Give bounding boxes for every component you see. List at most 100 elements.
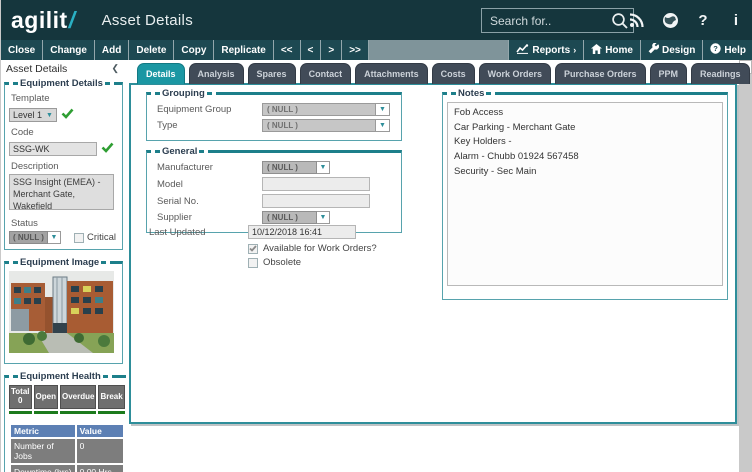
chevron-down-icon: ▼	[48, 231, 61, 244]
toolbar: Close Change Add Delete Copy Replicate <…	[1, 40, 752, 60]
svg-text:?: ?	[714, 44, 719, 53]
available-for-work-orders-checkbox[interactable]	[248, 244, 258, 254]
page-scrollbar[interactable]	[739, 60, 752, 472]
tab-attachments[interactable]: Attachments	[355, 63, 428, 84]
tab-ppm[interactable]: PPM	[650, 63, 688, 84]
reports-button[interactable]: Reports ›	[508, 40, 583, 60]
valid-check-icon	[101, 140, 114, 158]
equipment-group-label: Equipment Group	[157, 104, 262, 115]
help-label: Help	[724, 45, 746, 56]
grouping-panel: Grouping Equipment Group ( NULL ) ▼ Type…	[146, 88, 402, 141]
health-bar	[98, 411, 124, 414]
health-overdue-button[interactable]: Overdue	[60, 385, 96, 409]
home-button[interactable]: Home	[583, 40, 640, 60]
reports-label: Reports	[532, 45, 570, 56]
critical-label: Critical	[87, 232, 116, 243]
tab-work-orders[interactable]: Work Orders	[479, 63, 551, 84]
sidebar-header: Asset Details ❮	[1, 60, 126, 77]
notes-panel: Notes Fob Access Car Parking - Merchant …	[442, 88, 728, 300]
help-circle-icon: ?	[710, 43, 721, 57]
tab-readings[interactable]: Readings	[691, 63, 750, 84]
agility-logo: agilit/	[11, 7, 76, 34]
previous-record-button[interactable]: <	[301, 40, 322, 60]
tab-costs[interactable]: Costs	[432, 63, 475, 84]
tab-contact[interactable]: Contact	[300, 63, 352, 84]
code-input[interactable]	[9, 142, 97, 156]
info-icon[interactable]: i	[727, 12, 745, 29]
notes-textarea[interactable]: Fob Access Car Parking - Merchant Gate K…	[447, 102, 723, 286]
supplier-label: Supplier	[157, 212, 262, 223]
type-select[interactable]: ( NULL ) ▼	[262, 119, 390, 132]
template-select[interactable]: Level 1 ▼	[9, 108, 57, 122]
health-bar	[34, 411, 58, 414]
search-input[interactable]	[482, 14, 607, 28]
manufacturer-select[interactable]: ( NULL ) ▼	[262, 161, 330, 174]
serial-no-label: Serial No.	[157, 196, 262, 207]
equipment-image-legend: Equipment Image	[9, 257, 110, 268]
first-record-button[interactable]: <<	[274, 40, 301, 60]
obsolete-label: Obsolete	[263, 257, 301, 268]
delete-button[interactable]: Delete	[129, 40, 174, 60]
design-button[interactable]: Design	[640, 40, 702, 60]
logo-slash: /	[69, 7, 76, 34]
metric-cell: Number of Jobs	[11, 439, 75, 463]
health-breakdown-button[interactable]: Break	[98, 385, 124, 409]
table-row: Number of Jobs 0	[11, 439, 123, 463]
last-updated-input[interactable]	[248, 225, 356, 239]
add-button[interactable]: Add	[95, 40, 129, 60]
home-label: Home	[605, 45, 633, 56]
equipment-details-legend: Equipment Details	[9, 78, 114, 89]
chevron-down-icon: ▼	[376, 119, 390, 132]
serial-no-input[interactable]	[262, 194, 370, 208]
chevron-down-icon: ▼	[317, 161, 330, 174]
model-input[interactable]	[262, 177, 370, 191]
help-button[interactable]: ? Help	[702, 40, 752, 60]
sidebar: Asset Details ❮ Equipment Details Templa…	[1, 60, 126, 472]
chevron-down-icon: ▼	[317, 211, 330, 224]
available-for-work-orders-label: Available for Work Orders?	[263, 243, 377, 254]
logo-text: agilit	[11, 7, 68, 34]
supplier-select[interactable]: ( NULL ) ▼	[262, 211, 330, 224]
health-open-button[interactable]: Open	[34, 385, 58, 409]
value-cell: 0	[77, 439, 123, 463]
change-button[interactable]: Change	[43, 40, 95, 60]
template-value: Level 1	[13, 110, 42, 120]
valid-check-icon	[61, 106, 74, 124]
app-header: agilit/ Asset Details ? i	[1, 0, 752, 40]
status-value: ( NULL )	[9, 231, 48, 244]
next-record-button[interactable]: >	[321, 40, 342, 60]
tab-analysis[interactable]: Analysis	[189, 63, 244, 84]
page-title: Asset Details	[102, 12, 193, 29]
search-box[interactable]	[481, 8, 634, 33]
equipment-health-legend: Equipment Health	[9, 371, 112, 382]
copy-button[interactable]: Copy	[174, 40, 214, 60]
replicate-button[interactable]: Replicate	[214, 40, 273, 60]
tab-spares[interactable]: Spares	[248, 63, 296, 84]
globe-icon[interactable]	[661, 12, 679, 29]
health-total-button[interactable]: Total 0	[9, 385, 32, 409]
tab-details[interactable]: Details	[137, 63, 185, 84]
equipment-group-select[interactable]: ( NULL ) ▼	[262, 103, 390, 116]
close-button[interactable]: Close	[1, 40, 43, 60]
rss-icon[interactable]	[628, 12, 646, 28]
status-select[interactable]: ( NULL ) ▼	[9, 231, 61, 244]
help-icon[interactable]: ?	[694, 12, 712, 29]
description-textarea[interactable]: SSG Insight (EMEA) - Merchant Gate, Wake…	[9, 174, 114, 210]
reports-expand-icon: ›	[573, 45, 576, 55]
critical-checkbox[interactable]	[74, 233, 84, 243]
tab-purchase-orders[interactable]: Purchase Orders	[555, 63, 646, 84]
general-panel: General Manufacturer ( NULL ) ▼ Model Se…	[146, 146, 402, 233]
equipment-details-panel: Equipment Details Template Level 1 ▼ Cod…	[4, 78, 123, 250]
collapse-sidebar-icon[interactable]: ❮	[111, 63, 119, 74]
health-metrics-table: Metric Value Number of Jobs 0 Downtime (…	[9, 423, 125, 472]
status-label: Status	[11, 218, 116, 229]
equipment-group-value: ( NULL )	[262, 103, 376, 116]
last-record-button[interactable]: >>	[342, 40, 369, 60]
table-row: Downtime (hrs) 0.00 Hrs	[11, 465, 123, 472]
equipment-health-panel: Equipment Health Total 0 Open Overdue Br…	[4, 371, 126, 472]
obsolete-checkbox[interactable]	[248, 258, 258, 268]
header-icon-group: ? i	[628, 0, 745, 40]
health-bar	[60, 411, 96, 414]
wrench-icon	[648, 43, 659, 57]
template-label: Template	[11, 93, 116, 104]
